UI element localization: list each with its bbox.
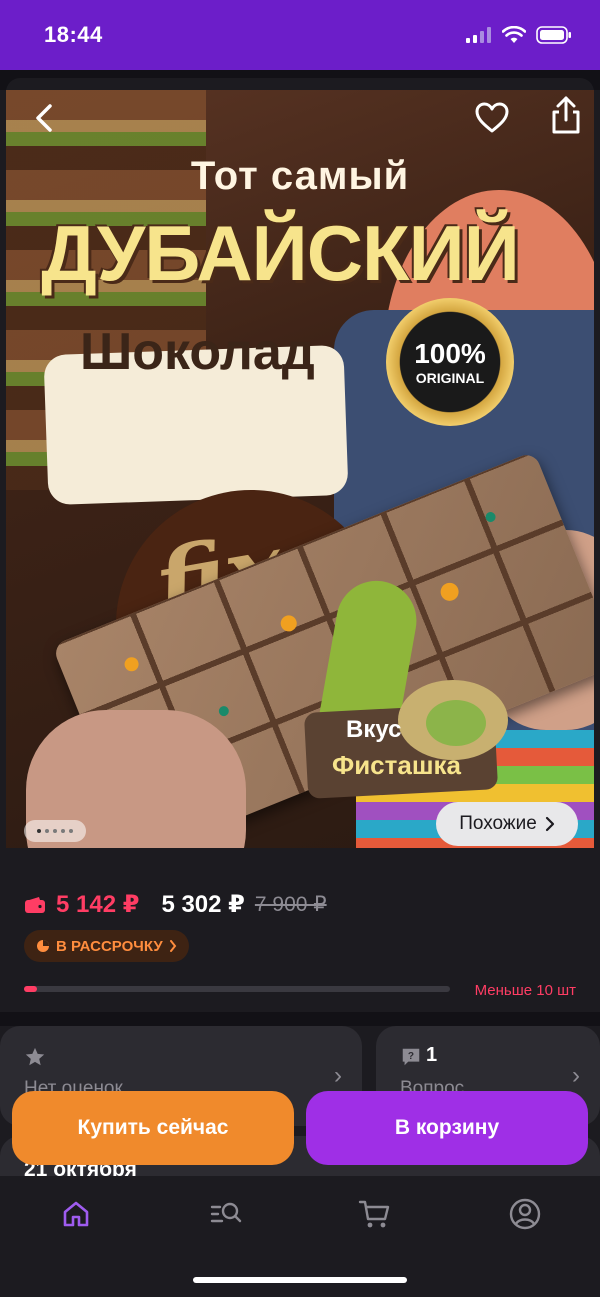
current-price: 5 302 ₽	[161, 891, 245, 918]
image-flavor-name: Фисташка	[332, 750, 461, 780]
wallet-price: 5 142 ₽	[56, 891, 140, 918]
product-image-gallery[interactable]: fix Тот самый ДУБАЙСКИЙ Шоколад 100% ORI…	[6, 90, 594, 848]
pagination-dot	[45, 829, 49, 833]
image-flavor-label: Вкус	[346, 716, 402, 743]
svg-text:?: ?	[408, 1051, 414, 1062]
status-icons	[466, 26, 572, 44]
tab-profile[interactable]	[505, 1194, 545, 1234]
share-icon[interactable]	[546, 94, 586, 138]
cart-icon	[358, 1200, 390, 1228]
similar-products-button[interactable]: Похожие	[436, 802, 578, 846]
installment-pie-icon	[37, 940, 49, 952]
pagination-dot	[53, 829, 57, 833]
wifi-icon	[502, 26, 526, 43]
tab-catalog[interactable]	[206, 1194, 246, 1234]
chevron-right-icon	[169, 940, 176, 952]
image-pistachio-kernel	[426, 700, 486, 746]
image-title-line2: ДУБАЙСКИЙ	[41, 209, 520, 297]
chevron-right-icon: ›	[334, 1062, 342, 1089]
stock-progress-bar	[24, 986, 450, 992]
star-icon	[25, 1047, 45, 1066]
similar-products-label: Похожие	[459, 813, 537, 834]
pagination-dot	[69, 829, 73, 833]
questions-count: 1	[426, 1044, 438, 1066]
tab-home[interactable]	[56, 1194, 96, 1234]
profile-icon	[509, 1198, 541, 1230]
home-icon	[63, 1201, 89, 1227]
chevron-right-icon: ›	[572, 1062, 580, 1089]
wallet-icon	[25, 896, 45, 913]
chevron-right-icon	[545, 816, 554, 832]
image-original-seal: 100% ORIGINAL	[386, 298, 514, 426]
battery-icon	[536, 26, 571, 44]
home-indicator	[193, 1277, 407, 1283]
signal-icon	[466, 27, 491, 43]
add-to-cart-button[interactable]: В корзину	[306, 1091, 588, 1165]
price-row: 5 142 ₽ 5 302 ₽ 7 900 ₽	[24, 890, 327, 919]
stock-label: Меньше 10 шт	[474, 982, 576, 999]
section-divider	[0, 1012, 600, 1026]
tab-cart[interactable]	[355, 1194, 395, 1234]
pagination-dot	[61, 829, 65, 833]
old-price: 7 900 ₽	[254, 893, 327, 916]
status-bar: 18:44	[0, 0, 600, 70]
seal-main-text: 100%	[414, 338, 486, 369]
image-title-line3: Шоколад	[80, 323, 315, 381]
catalog-search-icon	[210, 1202, 242, 1223]
question-icon: ?	[402, 1048, 420, 1066]
image-title-line1: Тот самый	[190, 154, 410, 198]
pagination-dot-active	[37, 829, 41, 833]
sheet-top	[0, 70, 600, 94]
status-time: 18:44	[44, 22, 103, 47]
seal-sub-text: ORIGINAL	[415, 370, 485, 386]
installment-label: В РАССРОЧКУ	[56, 937, 163, 955]
favorite-heart-icon[interactable]	[472, 98, 512, 138]
gallery-pagination-dots	[24, 820, 86, 842]
back-icon[interactable]	[26, 98, 66, 138]
stock-progress-fill	[24, 986, 37, 992]
buy-now-button[interactable]: Купить сейчас	[12, 1091, 294, 1165]
installment-badge[interactable]: В РАССРОЧКУ	[24, 930, 189, 962]
